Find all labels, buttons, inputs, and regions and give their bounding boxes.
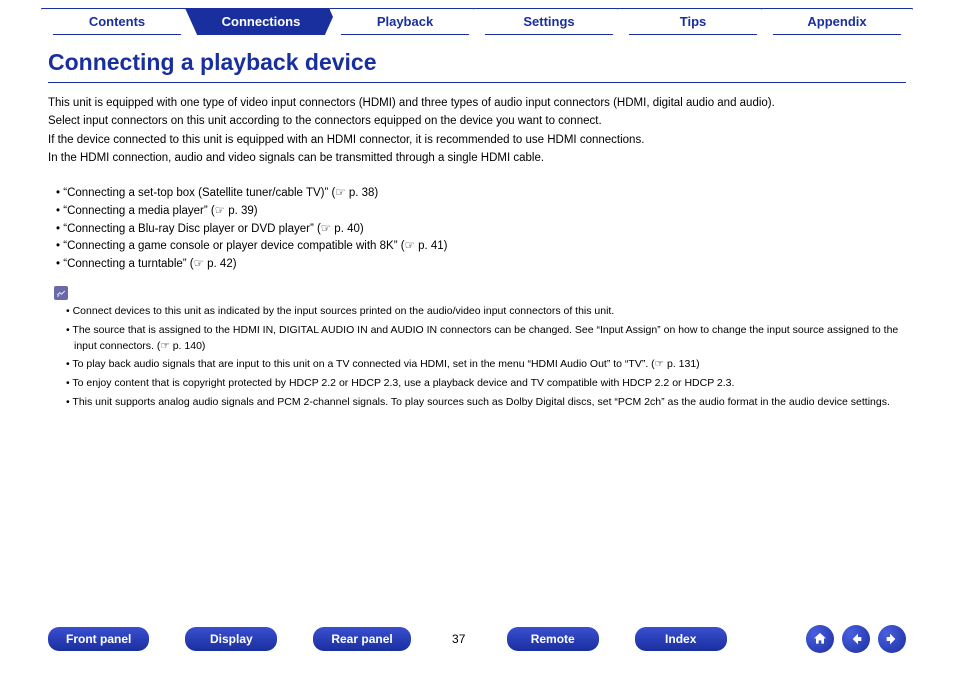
tab-connections[interactable]: Connections <box>185 8 337 35</box>
note-item: This unit supports analog audio signals … <box>74 395 906 411</box>
tab-contents[interactable]: Contents <box>41 8 193 35</box>
index-button[interactable]: Index <box>635 627 727 651</box>
tab-tips[interactable]: Tips <box>617 8 769 35</box>
next-page-icon[interactable] <box>878 625 906 653</box>
intro-block: This unit is equipped with one type of v… <box>48 95 906 167</box>
intro-line: Select input connectors on this unit acc… <box>48 113 906 130</box>
crossref-link[interactable]: “Connecting a turntable” (☞ p. 42) <box>66 256 906 274</box>
note-item: To enjoy content that is copyright prote… <box>74 376 906 392</box>
page-number: 37 <box>447 632 471 646</box>
intro-line: This unit is equipped with one type of v… <box>48 95 906 112</box>
crossref-link[interactable]: “Connecting a set-top box (Satellite tun… <box>66 185 906 203</box>
home-icon[interactable] <box>806 625 834 653</box>
front-panel-button[interactable]: Front panel <box>48 627 149 651</box>
nav-icons <box>806 625 906 653</box>
prev-page-icon[interactable] <box>842 625 870 653</box>
bottom-nav: Front panel Display Rear panel 37 Remote… <box>0 625 954 653</box>
note-icon <box>54 286 68 300</box>
cross-reference-list: “Connecting a set-top box (Satellite tun… <box>66 185 906 274</box>
note-item: The source that is assigned to the HDMI … <box>74 323 906 355</box>
display-button[interactable]: Display <box>185 627 277 651</box>
crossref-link[interactable]: “Connecting a game console or player dev… <box>66 238 906 256</box>
page-content: Connecting a playback device This unit i… <box>0 35 954 411</box>
crossref-link[interactable]: “Connecting a media player” (☞ p. 39) <box>66 203 906 221</box>
crossref-link[interactable]: “Connecting a Blu-ray Disc player or DVD… <box>66 221 906 239</box>
note-item: Connect devices to this unit as indicate… <box>74 304 906 320</box>
page-title: Connecting a playback device <box>48 49 906 83</box>
intro-line: In the HDMI connection, audio and video … <box>48 150 906 167</box>
tab-appendix[interactable]: Appendix <box>761 8 913 35</box>
top-tabs: Contents Connections Playback Settings T… <box>0 0 954 35</box>
tab-playback[interactable]: Playback <box>329 8 481 35</box>
intro-line: If the device connected to this unit is … <box>48 132 906 149</box>
note-item: To play back audio signals that are inpu… <box>74 357 906 373</box>
tab-settings[interactable]: Settings <box>473 8 625 35</box>
note-list: Connect devices to this unit as indicate… <box>66 304 906 411</box>
remote-button[interactable]: Remote <box>507 627 599 651</box>
rear-panel-button[interactable]: Rear panel <box>313 627 410 651</box>
